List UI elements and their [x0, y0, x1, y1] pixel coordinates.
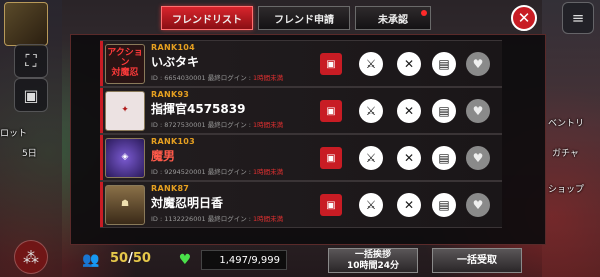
- friend-info: ID : 6654030001 最終ログイン : 1時間未満: [151, 72, 283, 82]
- friend-id: ID : 1132226001: [151, 215, 206, 223]
- friend-rank: RANK103: [151, 137, 196, 146]
- notification-dot: [421, 10, 427, 16]
- last-login-label: 最終ログイン :: [207, 74, 251, 82]
- friend-count-current: 50: [110, 251, 129, 266]
- friend-count: 50/50: [110, 251, 151, 266]
- side-label-gacha[interactable]: ガチャ: [552, 146, 600, 159]
- greet-all-timer: 10時間24分: [346, 260, 400, 271]
- greet-heart-icon[interactable]: ♥: [466, 99, 490, 123]
- friend-avatar[interactable]: ☗: [105, 185, 145, 225]
- heart-points-value: 1,497/9,999: [201, 250, 287, 270]
- last-login-label: 最終ログイン :: [207, 215, 251, 223]
- battle-icon[interactable]: ⚔: [359, 146, 383, 170]
- friends-icon: 👥: [82, 252, 100, 268]
- friend-name: いぶタキ: [151, 55, 200, 69]
- friend-info: ID : 9294520001 最終ログイン : 1時間未満: [151, 166, 283, 176]
- sofa-icon[interactable]: ▤: [432, 52, 456, 76]
- tab-friend-list-label: フレンドリスト: [172, 14, 242, 26]
- tab-friend-list[interactable]: フレンドリスト: [161, 6, 253, 30]
- friend-row[interactable]: ✦ RANK93 指揮官4575839 ID : 8727530001 最終ログ…: [100, 87, 502, 134]
- friend-name: 指揮官4575839: [151, 102, 246, 116]
- tab-pending[interactable]: 未承認: [355, 6, 431, 30]
- remove-friend-button[interactable]: ✕: [397, 52, 421, 76]
- heart-points-icon: ♥: [178, 252, 192, 268]
- friend-name: 魔男: [151, 149, 176, 163]
- friend-id: ID : 8727530001: [151, 121, 206, 129]
- last-login-label: 最終ログイン :: [207, 168, 251, 176]
- friend-rank: RANK93: [151, 90, 190, 99]
- receive-all-button[interactable]: 一括受取: [432, 248, 522, 273]
- receive-all-label: 一括受取: [457, 254, 497, 266]
- close-button[interactable]: ✕: [511, 5, 537, 31]
- friend-row[interactable]: ◈ RANK103 魔男 ID : 9294520001 最終ログイン : 1時…: [100, 134, 502, 181]
- greet-heart-icon[interactable]: ♥: [466, 52, 490, 76]
- sofa-icon[interactable]: ▤: [432, 193, 456, 217]
- sofa-icon[interactable]: ▤: [432, 99, 456, 123]
- tab-friend-request[interactable]: フレンド申請: [258, 6, 350, 30]
- menu-icon[interactable]: ≡: [562, 2, 594, 34]
- base-visit-button[interactable]: ▣: [320, 147, 342, 169]
- last-login-value: 1時間未満: [253, 215, 284, 223]
- friend-avatar[interactable]: ✦: [105, 91, 145, 131]
- player-emblem[interactable]: [4, 2, 48, 46]
- friend-info: ID : 1132226001 最終ログイン : 1時間未満: [151, 213, 283, 223]
- day-counter: 5日: [22, 149, 37, 159]
- greet-heart-icon[interactable]: ♥: [466, 193, 490, 217]
- fullscreen-icon[interactable]: ⛶: [14, 44, 48, 78]
- battle-icon[interactable]: ⚔: [359, 52, 383, 76]
- friend-rank: RANK104: [151, 43, 196, 52]
- base-visit-button[interactable]: ▣: [320, 194, 342, 216]
- battle-icon[interactable]: ⚔: [359, 99, 383, 123]
- footprint-icon[interactable]: ⁂: [14, 240, 48, 274]
- tab-pending-label: 未承認: [378, 14, 408, 26]
- battle-icon[interactable]: ⚔: [359, 193, 383, 217]
- greet-all-label: 一括挨拶: [354, 250, 391, 261]
- right-scene-panel: [542, 0, 600, 277]
- last-login-value: 1時間未満: [253, 74, 284, 82]
- friend-rank: RANK87: [151, 184, 190, 193]
- last-login-label: 最終ログイン :: [207, 121, 251, 129]
- tab-friend-request-label: フレンド申請: [274, 14, 334, 26]
- sofa-icon[interactable]: ▤: [432, 146, 456, 170]
- side-label-inventory[interactable]: ベントリ: [548, 116, 600, 129]
- friend-id: ID : 9294520001: [151, 168, 206, 176]
- greet-all-button[interactable]: 一括挨拶 10時間24分: [328, 248, 418, 273]
- last-login-value: 1時間未満: [253, 168, 284, 176]
- friend-info: ID : 8727530001 最終ログイン : 1時間未満: [151, 119, 283, 129]
- friend-tabs: フレンドリスト フレンド申請 未承認: [161, 6, 431, 30]
- gallery-icon[interactable]: ▣: [14, 78, 48, 112]
- base-visit-button[interactable]: ▣: [320, 100, 342, 122]
- base-visit-button[interactable]: ▣: [320, 53, 342, 75]
- side-label-lot: ロット: [0, 129, 28, 139]
- friend-row[interactable]: ☗ RANK87 対魔忍明日香 ID : 1132226001 最終ログイン :…: [100, 181, 502, 228]
- greet-heart-icon[interactable]: ♥: [466, 146, 490, 170]
- friend-name: 対魔忍明日香: [151, 196, 224, 210]
- friend-count-max: 50: [132, 251, 151, 266]
- friend-avatar[interactable]: ◈: [105, 138, 145, 178]
- friend-id: ID : 6654030001: [151, 74, 206, 82]
- remove-friend-button[interactable]: ✕: [397, 99, 421, 123]
- remove-friend-button[interactable]: ✕: [397, 146, 421, 170]
- bottom-bar: 👥 50/50 ♥ 1,497/9,999 一括挨拶 10時間24分 一括受取: [70, 246, 530, 274]
- friend-avatar[interactable]: アクション 対魔忍: [105, 44, 145, 84]
- friend-row[interactable]: アクション 対魔忍 RANK104 いぶタキ ID : 6654030001 最…: [100, 40, 502, 87]
- last-login-value: 1時間未満: [253, 121, 284, 129]
- side-label-shop[interactable]: ショップ: [548, 182, 600, 195]
- remove-friend-button[interactable]: ✕: [397, 193, 421, 217]
